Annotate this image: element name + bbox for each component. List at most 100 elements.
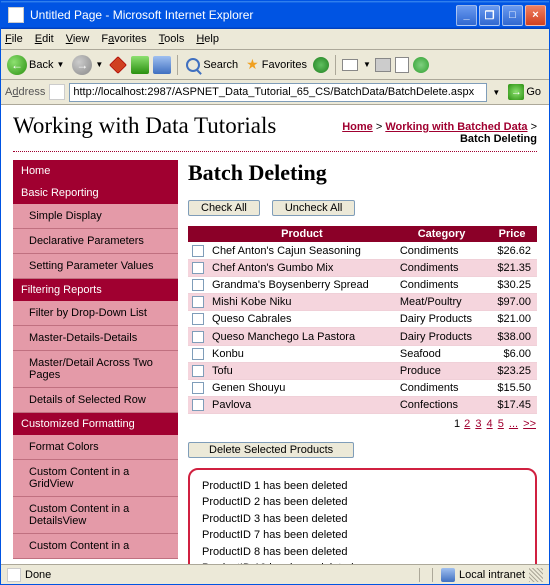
sidebar-item-8[interactable]: Master/Detail Across Two Pages bbox=[13, 351, 178, 388]
close-button[interactable]: × bbox=[525, 5, 546, 26]
separator bbox=[177, 55, 178, 75]
menu-help[interactable]: Help bbox=[196, 33, 219, 45]
address-dropdown-icon[interactable]: ▼ bbox=[492, 88, 500, 97]
forward-dropdown-icon[interactable]: ▼ bbox=[95, 60, 103, 69]
go-label: Go bbox=[526, 86, 541, 98]
mail-dropdown-icon[interactable]: ▼ bbox=[363, 60, 371, 69]
minimize-button[interactable]: _ bbox=[456, 5, 477, 26]
row-checkbox[interactable] bbox=[192, 382, 204, 394]
zone-text: Local intranet bbox=[459, 569, 525, 581]
delete-selected-button[interactable]: Delete Selected Products bbox=[188, 442, 354, 458]
sidebar-item-2[interactable]: Simple Display bbox=[13, 204, 178, 229]
sidebar-item-10[interactable]: Customized Formatting bbox=[13, 413, 178, 435]
menu-favorites[interactable]: Favorites bbox=[101, 33, 146, 45]
page-icon bbox=[49, 84, 65, 100]
resize-grip[interactable] bbox=[529, 568, 543, 582]
menubar: File Edit View Favorites Tools Help bbox=[1, 29, 549, 50]
breadcrumb-section[interactable]: Working with Batched Data bbox=[385, 121, 527, 133]
cell-price: $26.62 bbox=[487, 243, 537, 260]
table-row: Queso CabralesDairy Products$21.00 bbox=[188, 311, 537, 328]
sidebar-item-12[interactable]: Custom Content in a GridView bbox=[13, 460, 178, 497]
home-icon[interactable] bbox=[153, 56, 171, 74]
breadcrumb-home[interactable]: Home bbox=[342, 121, 373, 133]
media-icon[interactable] bbox=[313, 57, 329, 73]
check-all-button[interactable]: Check All bbox=[188, 200, 260, 216]
sidebar-item-14[interactable]: Custom Content in a bbox=[13, 534, 178, 559]
sidebar-item-7[interactable]: Master-Details-Details bbox=[13, 326, 178, 351]
sidebar-item-4[interactable]: Setting Parameter Values bbox=[13, 254, 178, 279]
row-checkbox[interactable] bbox=[192, 348, 204, 360]
go-arrow-icon: → bbox=[508, 84, 524, 100]
row-checkbox[interactable] bbox=[192, 331, 204, 343]
refresh-icon[interactable] bbox=[131, 56, 149, 74]
pager-page-3[interactable]: 3 bbox=[475, 418, 481, 430]
print-icon[interactable] bbox=[375, 58, 391, 72]
cell-category: Produce bbox=[396, 362, 487, 379]
go-button[interactable]: → Go bbox=[504, 82, 545, 102]
pager-page-2[interactable]: 2 bbox=[464, 418, 470, 430]
search-button[interactable]: Search bbox=[184, 56, 240, 74]
stop-icon[interactable] bbox=[109, 56, 127, 74]
cell-price: $97.00 bbox=[487, 294, 537, 311]
toolbar: ← Back ▼ → ▼ Search ★ Favorites ▼ bbox=[1, 50, 549, 80]
cell-product: Queso Cabrales bbox=[208, 311, 396, 328]
sidebar-item-6[interactable]: Filter by Drop-Down List bbox=[13, 301, 178, 326]
pager: 1 2 3 4 5 ... >> bbox=[188, 418, 537, 430]
sidebar-item-3[interactable]: Declarative Parameters bbox=[13, 229, 178, 254]
pager-page-5[interactable]: 5 bbox=[498, 418, 504, 430]
table-row: Genen ShouyuCondiments$15.50 bbox=[188, 379, 537, 396]
menu-file[interactable]: File bbox=[5, 33, 23, 45]
mail-icon[interactable] bbox=[342, 59, 358, 71]
forward-button[interactable]: → ▼ bbox=[70, 53, 105, 77]
menu-tools[interactable]: Tools bbox=[159, 33, 185, 45]
cell-price: $30.25 bbox=[487, 277, 537, 294]
favorites-button[interactable]: ★ Favorites bbox=[244, 54, 309, 75]
col-category: Category bbox=[396, 226, 487, 243]
cell-product: Grandma's Boysenberry Spread bbox=[208, 277, 396, 294]
back-dropdown-icon[interactable]: ▼ bbox=[56, 60, 64, 69]
cell-product: Queso Manchego La Pastora bbox=[208, 328, 396, 345]
address-input[interactable] bbox=[69, 83, 487, 102]
addressbar: Address ▼ → Go bbox=[1, 80, 549, 105]
back-button[interactable]: ← Back ▼ bbox=[5, 53, 66, 77]
uncheck-all-button[interactable]: Uncheck All bbox=[272, 200, 355, 216]
sidebar-item-9[interactable]: Details of Selected Row bbox=[13, 388, 178, 413]
cell-product: Chef Anton's Cajun Seasoning bbox=[208, 243, 396, 260]
sidebar-item-11[interactable]: Format Colors bbox=[13, 435, 178, 460]
browser-window: Untitled Page - Microsoft Internet Explo… bbox=[0, 0, 550, 585]
cell-category: Condiments bbox=[396, 379, 487, 396]
edit-icon[interactable] bbox=[395, 57, 409, 73]
cell-category: Dairy Products bbox=[396, 311, 487, 328]
messenger-icon[interactable] bbox=[413, 57, 429, 73]
viewport[interactable]: Working with Data Tutorials Home > Worki… bbox=[1, 105, 549, 566]
sidebar-item-5[interactable]: Filtering Reports bbox=[13, 279, 178, 301]
restore-button[interactable]: ❐ bbox=[479, 5, 500, 26]
row-checkbox[interactable] bbox=[192, 296, 204, 308]
row-checkbox[interactable] bbox=[192, 279, 204, 291]
row-checkbox[interactable] bbox=[192, 245, 204, 257]
sidebar-item-13[interactable]: Custom Content in a DetailsView bbox=[13, 497, 178, 534]
row-checkbox[interactable] bbox=[192, 313, 204, 325]
done-icon bbox=[7, 568, 21, 582]
address-label: Address bbox=[5, 86, 45, 98]
cell-product: Tofu bbox=[208, 362, 396, 379]
page-title: Batch Deleting bbox=[188, 160, 537, 186]
sidebar-item-0[interactable]: Home bbox=[13, 160, 178, 182]
favorites-label: Favorites bbox=[262, 59, 307, 71]
pager-ellipsis[interactable]: ... bbox=[509, 418, 518, 430]
sidebar-item-1[interactable]: Basic Reporting bbox=[13, 182, 178, 204]
maximize-button[interactable]: □ bbox=[502, 5, 523, 26]
menu-view[interactable]: View bbox=[66, 33, 90, 45]
pager-page-4[interactable]: 4 bbox=[487, 418, 493, 430]
cell-product: Chef Anton's Gumbo Mix bbox=[208, 260, 396, 277]
star-icon: ★ bbox=[246, 56, 259, 73]
menu-edit[interactable]: Edit bbox=[35, 33, 54, 45]
row-checkbox[interactable] bbox=[192, 365, 204, 377]
row-checkbox[interactable] bbox=[192, 262, 204, 274]
row-checkbox[interactable] bbox=[192, 399, 204, 411]
cell-price: $15.50 bbox=[487, 379, 537, 396]
table-row: Grandma's Boysenberry SpreadCondiments$3… bbox=[188, 277, 537, 294]
pager-next[interactable]: >> bbox=[523, 418, 536, 430]
status-text: Done bbox=[25, 569, 51, 581]
search-label: Search bbox=[203, 59, 238, 71]
